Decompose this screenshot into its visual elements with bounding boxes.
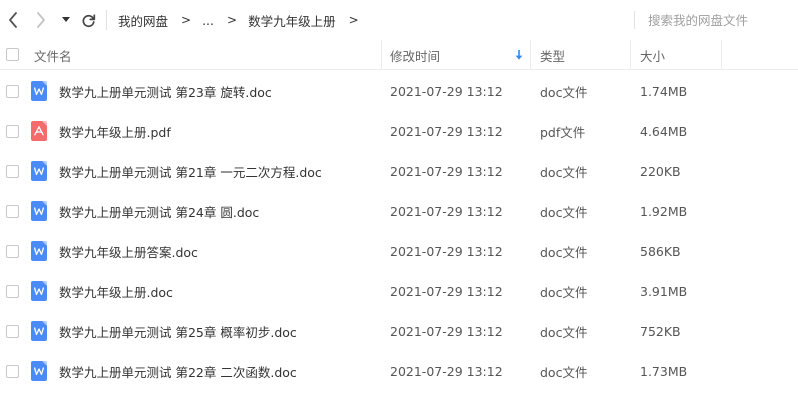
row-checkbox[interactable] xyxy=(6,205,19,218)
file-row[interactable]: 数学九上册单元测试 第24章 圆.doc 2021-07-29 13:12 do… xyxy=(0,191,798,231)
doc-file-icon xyxy=(31,161,47,181)
file-modified-time: 2021-07-29 13:12 xyxy=(390,243,503,259)
search-input[interactable] xyxy=(648,9,793,31)
file-type: pdf文件 xyxy=(540,124,586,140)
column-divider xyxy=(530,40,531,70)
file-type: doc文件 xyxy=(540,84,588,100)
breadcrumb-separator: > xyxy=(348,13,359,27)
back-button[interactable] xyxy=(5,11,21,29)
file-size: 586KB xyxy=(640,243,681,259)
toolbar-divider xyxy=(106,10,107,30)
column-header-size[interactable]: 大小 xyxy=(640,40,665,70)
doc-file-icon xyxy=(31,321,47,341)
file-name[interactable]: 数学九上册单元测试 第21章 一元二次方程.doc xyxy=(59,151,322,191)
history-dropdown-button[interactable] xyxy=(60,11,72,29)
navigation-bar: 我的网盘 > ... > 数学九年级上册 > xyxy=(0,0,798,40)
file-list-header: 文件名 修改时间 类型 大小 xyxy=(0,40,798,70)
doc-file-icon xyxy=(31,281,47,301)
search-divider xyxy=(634,11,635,29)
file-modified-time: 2021-07-29 13:12 xyxy=(390,123,503,139)
file-name[interactable]: 数学九上册单元测试 第24章 圆.doc xyxy=(59,191,259,231)
file-row[interactable]: 数学九年级上册.doc 2021-07-29 13:12 doc文件 3.91M… xyxy=(0,271,798,311)
file-size: 3.91MB xyxy=(640,283,688,299)
refresh-icon xyxy=(82,13,95,27)
row-checkbox[interactable] xyxy=(6,125,19,138)
column-divider xyxy=(381,40,382,70)
sort-descending-icon[interactable] xyxy=(515,40,523,70)
file-row[interactable]: 数学九年级上册答案.doc 2021-07-29 13:12 doc文件 586… xyxy=(0,231,798,271)
chevron-left-icon xyxy=(9,12,17,28)
file-row[interactable]: 数学九上册单元测试 第23章 旋转.doc 2021-07-29 13:12 d… xyxy=(0,71,798,111)
row-checkbox[interactable] xyxy=(6,365,19,378)
file-modified-time: 2021-07-29 13:12 xyxy=(390,283,503,299)
select-all-checkbox[interactable] xyxy=(6,48,19,61)
column-header-name[interactable]: 文件名 xyxy=(34,40,72,70)
column-header-modified[interactable]: 修改时间 xyxy=(390,40,440,70)
refresh-button[interactable] xyxy=(79,11,97,29)
column-header-type[interactable]: 类型 xyxy=(540,40,565,70)
file-modified-time: 2021-07-29 13:12 xyxy=(390,363,503,379)
breadcrumb-separator: > xyxy=(181,13,192,27)
row-checkbox[interactable] xyxy=(6,325,19,338)
file-name[interactable]: 数学九上册单元测试 第22章 二次函数.doc xyxy=(59,351,297,391)
file-row[interactable]: 数学九上册单元测试 第21章 一元二次方程.doc 2021-07-29 13:… xyxy=(0,151,798,191)
file-type: doc文件 xyxy=(540,364,588,380)
file-size: 220KB xyxy=(640,163,681,179)
file-size: 1.74MB xyxy=(640,83,688,99)
row-checkbox[interactable] xyxy=(6,165,19,178)
file-size: 4.64MB xyxy=(640,123,688,139)
caret-down-icon xyxy=(62,17,70,22)
file-name[interactable]: 数学九上册单元测试 第25章 概率初步.doc xyxy=(59,311,297,351)
file-modified-time: 2021-07-29 13:12 xyxy=(390,323,503,339)
file-size: 752KB xyxy=(640,323,681,339)
file-type: doc文件 xyxy=(540,284,588,300)
doc-file-icon xyxy=(31,361,47,381)
file-row[interactable]: 数学九上册单元测试 第25章 概率初步.doc 2021-07-29 13:12… xyxy=(0,311,798,351)
doc-file-icon xyxy=(31,241,47,261)
file-name[interactable]: 数学九年级上册答案.doc xyxy=(59,231,198,271)
file-modified-time: 2021-07-29 13:12 xyxy=(390,203,503,219)
doc-file-icon xyxy=(31,81,47,101)
breadcrumb: 我的网盘 > ... > 数学九年级上册 > xyxy=(118,11,370,29)
file-type: doc文件 xyxy=(540,244,588,260)
file-type: doc文件 xyxy=(540,164,588,180)
row-checkbox[interactable] xyxy=(6,85,19,98)
breadcrumb-current-folder[interactable]: 数学九年级上册 xyxy=(248,11,336,30)
forward-button[interactable] xyxy=(33,11,49,29)
file-row[interactable]: 数学九年级上册.pdf 2021-07-29 13:12 pdf文件 4.64M… xyxy=(0,111,798,151)
file-type: doc文件 xyxy=(540,324,588,340)
file-size: 1.73MB xyxy=(640,363,688,379)
breadcrumb-root[interactable]: 我的网盘 xyxy=(118,11,168,30)
pdf-file-icon xyxy=(31,121,47,141)
file-name[interactable]: 数学九年级上册.pdf xyxy=(59,111,171,151)
file-type: doc文件 xyxy=(540,204,588,220)
row-checkbox[interactable] xyxy=(6,285,19,298)
chevron-right-icon xyxy=(37,12,45,28)
breadcrumb-ellipsis[interactable]: ... xyxy=(202,13,214,28)
row-checkbox[interactable] xyxy=(6,245,19,258)
breadcrumb-separator: > xyxy=(227,13,238,27)
file-row[interactable]: 数学九上册单元测试 第22章 二次函数.doc 2021-07-29 13:12… xyxy=(0,351,798,391)
doc-file-icon xyxy=(31,201,47,221)
file-list: 数学九上册单元测试 第23章 旋转.doc 2021-07-29 13:12 d… xyxy=(0,71,798,391)
file-size: 1.92MB xyxy=(640,203,688,219)
column-divider xyxy=(630,40,631,70)
file-name[interactable]: 数学九上册单元测试 第23章 旋转.doc xyxy=(59,71,272,111)
file-modified-time: 2021-07-29 13:12 xyxy=(390,163,503,179)
file-modified-time: 2021-07-29 13:12 xyxy=(390,83,503,99)
column-divider xyxy=(721,40,722,70)
file-name[interactable]: 数学九年级上册.doc xyxy=(59,271,173,311)
